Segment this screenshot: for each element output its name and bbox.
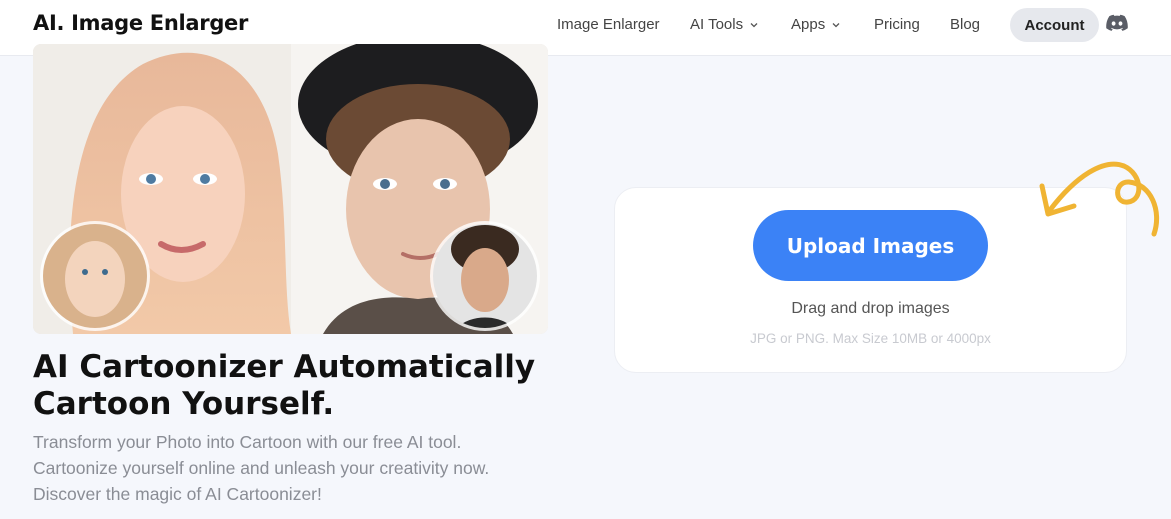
nav-pricing[interactable]: Pricing xyxy=(874,16,920,33)
cartoonizer-example-image xyxy=(33,44,548,334)
nav-apps[interactable]: Apps xyxy=(791,16,841,33)
chevron-down-icon xyxy=(832,22,840,27)
nav-label: Image Enlarger xyxy=(557,16,660,33)
drag-drop-hint: Drag and drop images xyxy=(791,300,950,317)
nav-label: Blog xyxy=(950,16,981,33)
nav-blog[interactable]: Blog xyxy=(950,16,980,33)
site-logo[interactable]: AI. Image Enlarger xyxy=(33,11,248,35)
nav-label: Apps xyxy=(791,16,826,33)
nav-label: AI Tools xyxy=(690,16,744,33)
page-description: Transform your Photo into Cartoon with o… xyxy=(33,432,490,504)
curved-arrow-icon xyxy=(1039,161,1160,237)
discord-icon[interactable] xyxy=(1106,14,1128,32)
before-after-illustration xyxy=(33,44,548,334)
account-button[interactable]: Account xyxy=(1010,8,1099,42)
upload-images-button[interactable]: Upload Images xyxy=(753,210,988,281)
nav-ai-tools[interactable]: AI Tools xyxy=(690,16,759,33)
chevron-down-icon xyxy=(750,22,758,27)
page-title: AI Cartoonizer Automatically Cartoon You… xyxy=(33,349,536,422)
nav-label: Pricing xyxy=(874,16,920,33)
nav-image-enlarger[interactable]: Image Enlarger xyxy=(557,16,660,33)
file-format-hint: JPG or PNG. Max Size 10MB or 4000px xyxy=(750,331,991,346)
